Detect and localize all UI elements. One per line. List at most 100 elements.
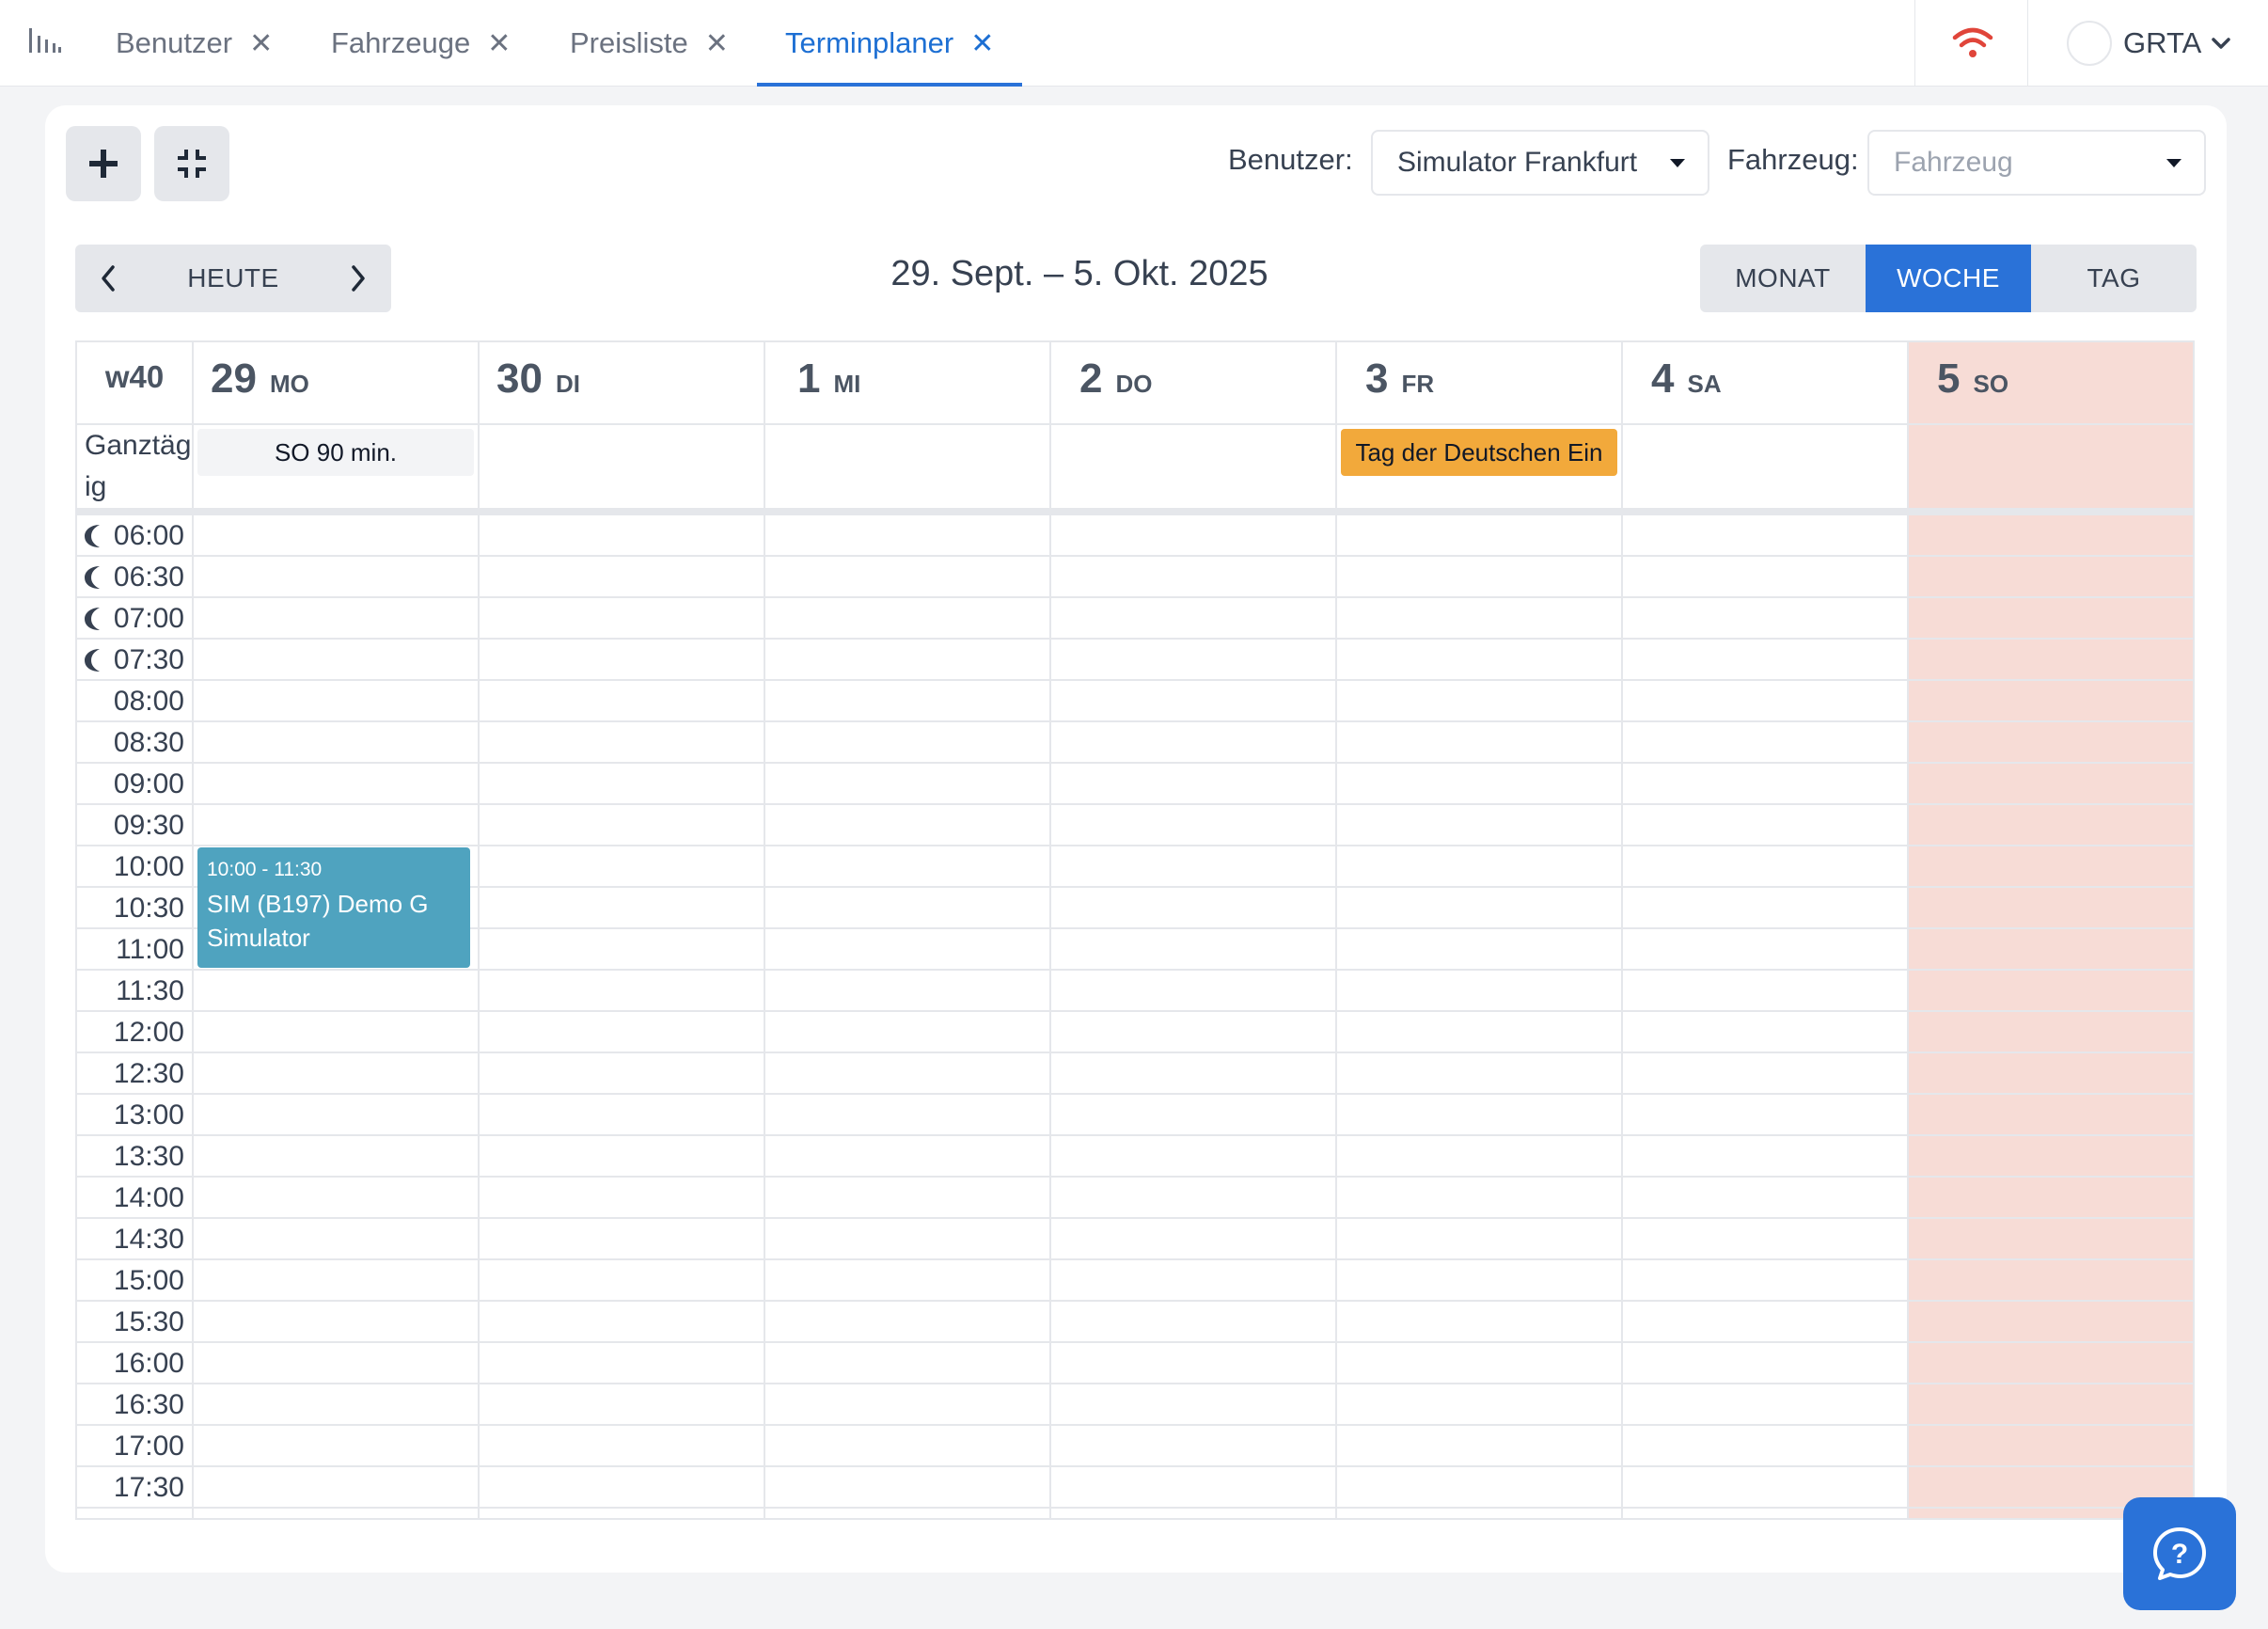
view-day-button[interactable]: TAG [2031,245,2197,312]
day-header-mi[interactable]: 1 MI [797,356,860,412]
day-number: 29 [211,356,257,402]
time-label: 16:30 [113,1389,184,1420]
close-icon[interactable]: ✕ [249,27,273,60]
tab-label: Benutzer [116,26,233,59]
calendar-event[interactable]: 10:00 - 11:30 SIM (B197) Demo G Simulato… [197,847,470,968]
allday-event[interactable]: SO 90 min. [197,429,474,476]
tab-preisliste[interactable]: Preisliste ✕ [570,0,729,87]
day-abbr: SO [1973,370,2009,398]
user-menu[interactable]: GRTA [2067,19,2231,68]
slot-divider [77,1134,2193,1136]
slot-divider [77,720,2193,722]
day-abbr: MI [833,370,861,398]
top-bar: Benutzer ✕ Fahrzeuge ✕ Preisliste ✕ Term… [0,0,2268,87]
prev-button[interactable] [75,245,141,312]
tab-label: Preisliste [570,26,688,59]
user-select[interactable]: Simulator Frankfurt [1371,130,1709,196]
slot-divider [77,638,2193,640]
day-header-so[interactable]: 5 SO [1937,356,2008,412]
time-label: 17:30 [113,1472,184,1503]
day-abbr: SA [1687,370,1722,398]
chevron-right-icon [352,265,365,292]
next-button[interactable] [325,245,391,312]
day-header-do[interactable]: 2 DO [1079,356,1152,412]
time-label: 08:30 [113,727,184,758]
date-navigation: HEUTE [75,245,391,312]
moon-icon [85,608,100,630]
day-header-sa[interactable]: 4 SA [1651,356,1722,412]
time-label: 13:00 [113,1099,184,1131]
event-time: 10:00 - 11:30 [207,859,323,880]
week-number: w40 [104,359,165,394]
view-week-button[interactable]: WOCHE [1866,245,2031,312]
header-divider [77,423,2193,425]
day-abbr: DO [1115,370,1153,398]
wifi-icon [1952,27,1993,57]
vehicle-select-placeholder: Fahrzeug [1894,147,2013,178]
compress-icon [178,150,206,178]
slot-divider [77,1300,2193,1302]
view-month-button[interactable]: MONAT [1700,245,1866,312]
moon-icon [85,649,100,672]
time-label: 09:30 [113,810,184,841]
time-label: 16:00 [113,1348,184,1379]
scheduler-panel: Benutzer: Simulator Frankfurt Fahrzeug: … [45,105,2227,1573]
close-icon[interactable]: ✕ [487,27,511,60]
slot-divider [77,762,2193,764]
time-label: 08:00 [113,686,184,717]
user-filter-label: Benutzer: [1228,143,1353,176]
time-label: 17:00 [113,1431,184,1462]
help-button[interactable]: ? [2123,1497,2236,1610]
avatar [2067,21,2112,66]
slot-divider [77,1217,2193,1219]
add-button[interactable] [66,126,141,201]
divider [2027,0,2028,87]
slot-divider [77,1424,2193,1426]
tab-terminplaner[interactable]: Terminplaner ✕ [756,0,1023,87]
slot-divider [77,555,2193,557]
slot-divider [77,1341,2193,1343]
slot-divider [77,969,2193,971]
day-number: 30 [496,356,543,402]
day-number: 5 [1937,356,1961,402]
slot-divider [77,1052,2193,1053]
slot-divider [77,1507,2193,1509]
day-header-di[interactable]: 30 DI [496,356,580,412]
bar-chart-icon[interactable] [28,26,62,55]
day-header-fr[interactable]: 3 FR [1365,356,1434,412]
tab-benutzer[interactable]: Benutzer ✕ [116,0,273,87]
today-button[interactable]: HEUTE [141,245,325,312]
time-label: 15:00 [113,1265,184,1296]
day-number: 1 [797,356,821,402]
holiday-event[interactable]: Tag der Deutschen Ein [1341,429,1617,476]
column-divider [764,342,765,1518]
time-label: 11:00 [116,934,184,965]
day-abbr: FR [1401,370,1435,398]
compress-button[interactable] [154,126,229,201]
vehicle-select[interactable]: Fahrzeug [1867,130,2206,196]
tab-fahrzeuge[interactable]: Fahrzeuge ✕ [331,0,511,87]
time-label: 12:00 [113,1017,184,1048]
day-number: 4 [1651,356,1675,402]
time-label: 15:30 [113,1306,184,1337]
day-number: 3 [1365,356,1389,402]
chevron-left-icon [102,265,115,292]
moon-icon [85,525,100,547]
date-range-title: 29. Sept. – 5. Okt. 2025 [890,254,1268,293]
day-header-mo[interactable]: 29 MO [211,356,309,412]
close-icon[interactable]: ✕ [970,27,994,60]
time-label: 14:30 [113,1224,184,1255]
time-label: 13:30 [113,1141,184,1172]
help-icon: ? [2153,1527,2206,1580]
column-divider [1907,342,1909,1518]
slot-divider [77,596,2193,598]
sunday-column-highlight [1909,342,2193,1518]
slot-divider [77,803,2193,805]
slot-divider [77,1176,2193,1178]
user-select-value: Simulator Frankfurt [1397,147,1638,178]
column-divider [1621,342,1623,1518]
close-icon[interactable]: ✕ [705,27,729,60]
time-label: 10:30 [113,893,184,924]
moon-icon [85,566,100,589]
time-label: 10:00 [113,851,184,882]
